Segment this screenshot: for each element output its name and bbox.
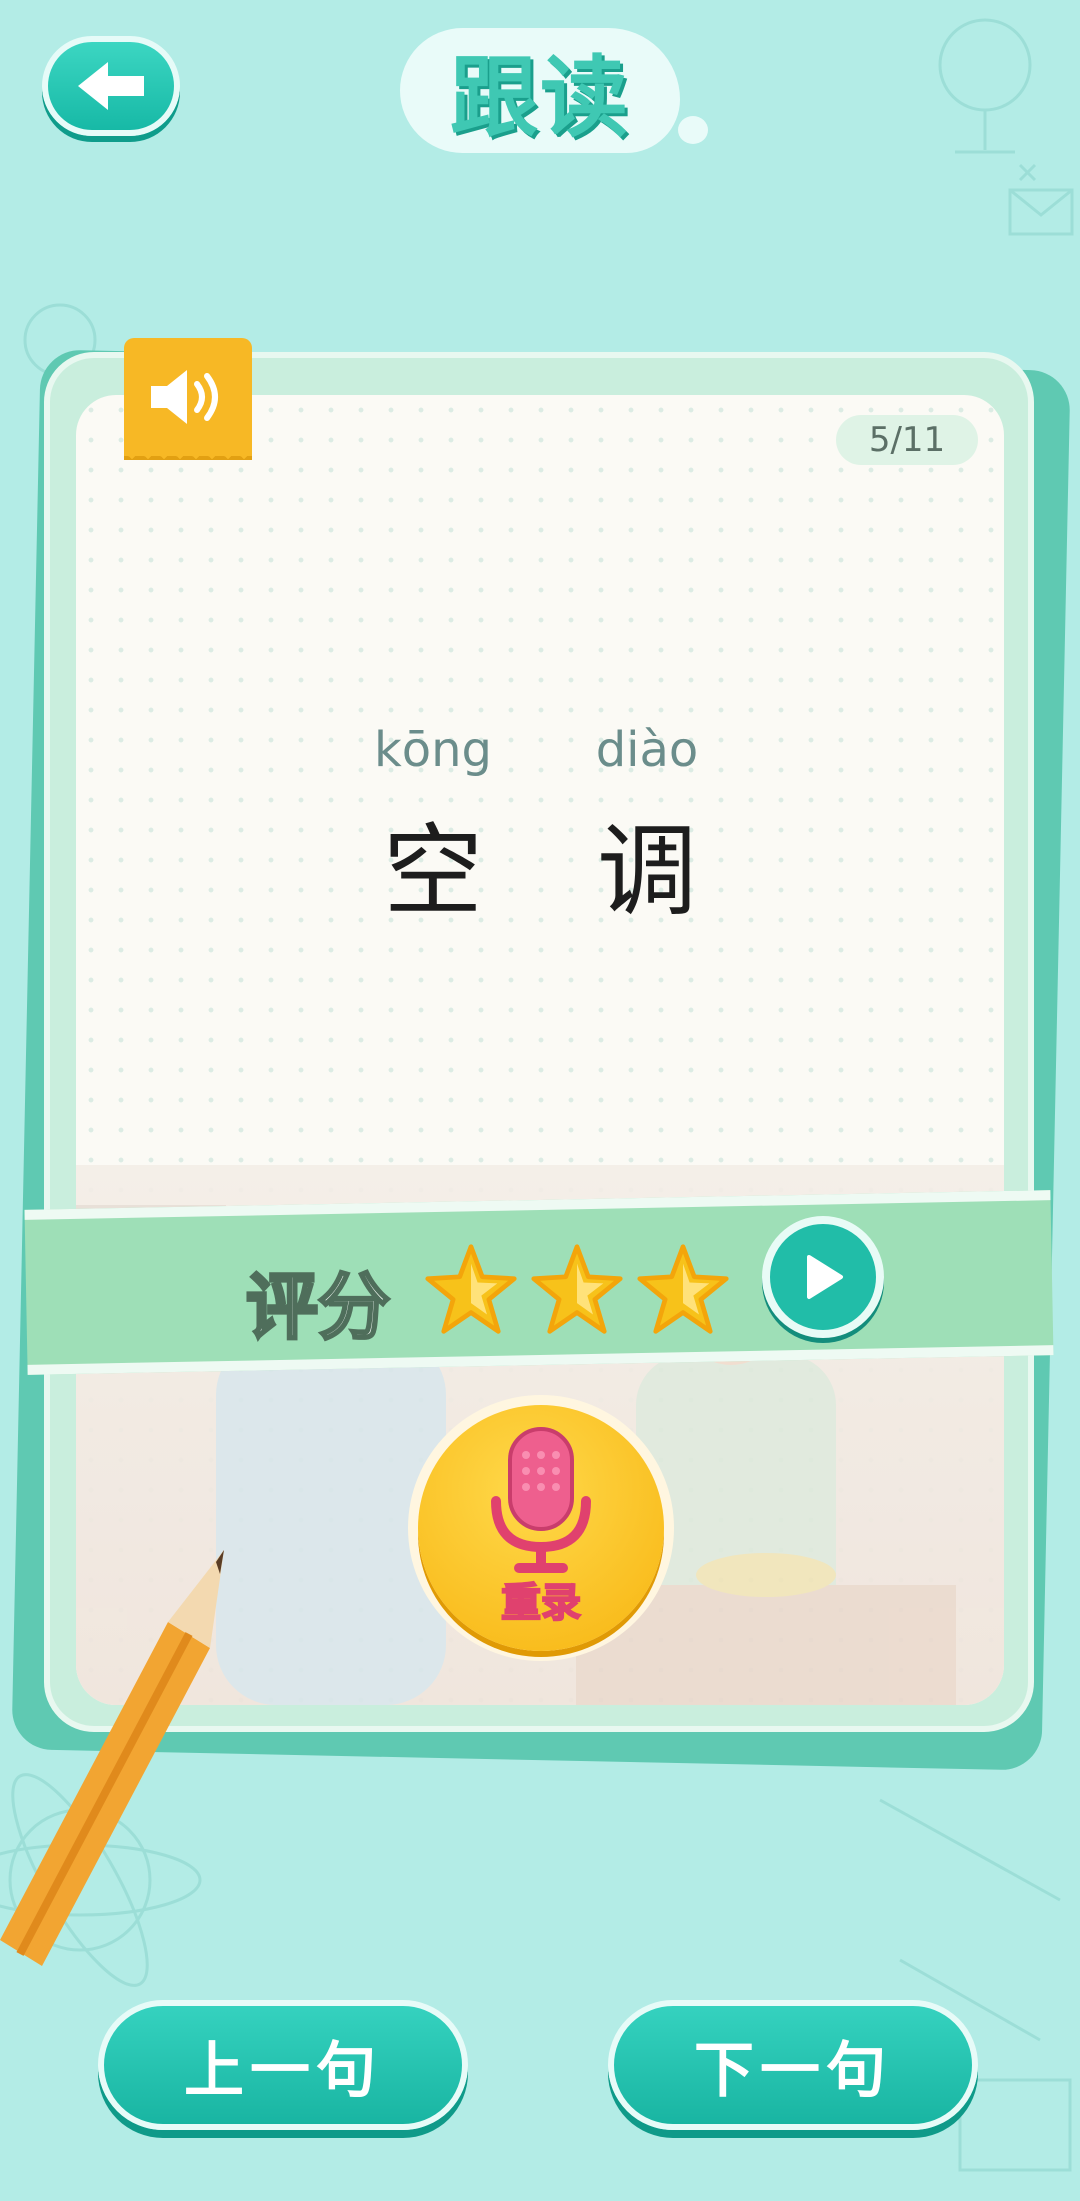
star-icon-3 (637, 1244, 729, 1334)
hanzi-1: 空 (383, 813, 483, 930)
speaker-icon (151, 370, 218, 424)
speaker-tag-edge (124, 452, 252, 466)
star-icon-1 (425, 1244, 517, 1334)
progress-counter: 5/11 (836, 415, 978, 465)
pencil-decoration (0, 1550, 224, 1966)
back-button[interactable] (42, 36, 180, 136)
arrow-left-icon (78, 62, 144, 110)
page-title: 跟读 (449, 46, 630, 149)
play-icon (807, 1255, 843, 1299)
previous-sentence-button[interactable]: 上一句 (98, 2000, 468, 2130)
pinyin-2: diào (595, 722, 699, 778)
hanzi-row: 空 调 (0, 790, 1080, 935)
pinyin-row: kōng diào (0, 722, 1080, 778)
title-cloud-dot (678, 116, 708, 144)
hanzi-2: 调 (597, 813, 697, 930)
star-icon-2 (531, 1244, 623, 1334)
score-label: 评分 (244, 1264, 391, 1351)
play-recording-button[interactable] (762, 1216, 884, 1338)
rerecord-label: 重录 (500, 1579, 582, 1627)
play-audio-button[interactable] (124, 338, 252, 456)
next-sentence-button[interactable]: 下一句 (608, 2000, 978, 2130)
pinyin-1: kōng (373, 722, 493, 778)
